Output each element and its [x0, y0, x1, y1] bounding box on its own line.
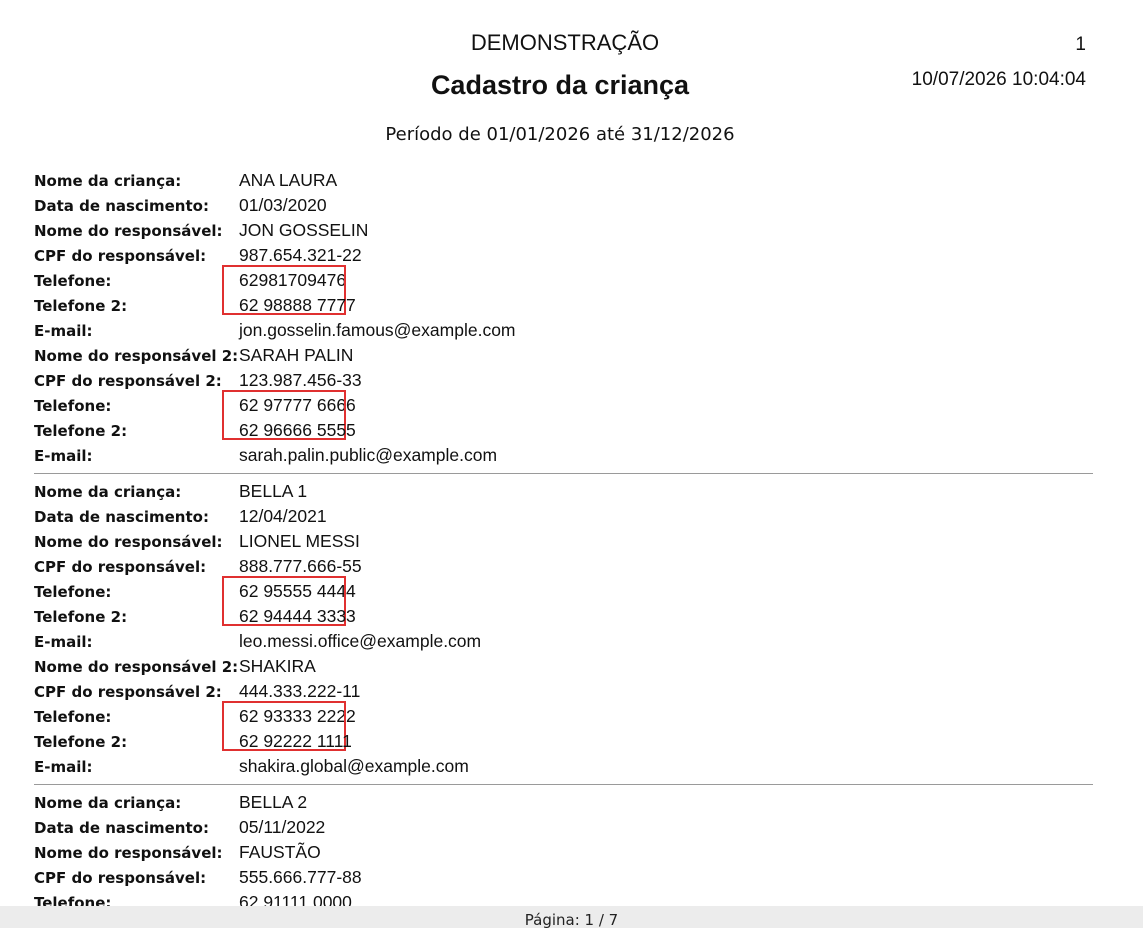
field-label: Telefone: [34, 396, 112, 415]
child-name-value: BELLA 1 [239, 481, 308, 501]
birth-date-value: 01/03/2020 [239, 195, 327, 215]
guardian2-email-value: shakira.global@example.com [239, 756, 469, 776]
field-row: E-mail: leo.messi.office@example.com [34, 629, 1093, 654]
field-row: Telefone: 62 97777 6666 [34, 390, 1093, 440]
guardian2-cpf-value: 444.333.222-11 [239, 681, 361, 701]
page-footer: Página: 1 / 7 [0, 906, 1143, 928]
page-indicator: Página: 1 / 7 [524, 911, 619, 928]
field-label: Nome do responsável: [34, 843, 223, 862]
guardian-name-value: JON GOSSELIN [239, 220, 369, 240]
field-row: CPF do responsável 2: 444.333.222-11 [34, 679, 1093, 704]
field-label: E-mail: [34, 446, 93, 465]
birth-date-value: 12/04/2021 [239, 506, 327, 526]
field-label: Telefone 2: [34, 296, 128, 315]
field-row: Data de nascimento: 05/11/2022 [34, 815, 1093, 840]
field-row: Nome da criança: BELLA 2 [34, 790, 1093, 815]
field-label: Nome da criança: [34, 482, 182, 501]
field-label: E-mail: [34, 632, 93, 651]
guardian2-cpf-value: 123.987.456-33 [239, 370, 362, 390]
field-label: Nome do responsável: [34, 532, 223, 551]
field-row: CPF do responsável: 987.654.321-22 [34, 243, 1093, 268]
field-label: Nome do responsável 2: [34, 657, 239, 676]
field-row: E-mail: sarah.palin.public@example.com [34, 443, 1093, 468]
field-label: Nome da criança: [34, 171, 182, 190]
email-value: jon.gosselin.famous@example.com [239, 320, 516, 340]
field-row: Nome da criança: ANA LAURA [34, 168, 1093, 193]
phone2-value: 62 94444 3333 [239, 606, 356, 626]
print-datetime: 10/07/2026 10:04:04 [911, 69, 1086, 90]
field-label: Data de nascimento: [34, 196, 209, 215]
guardian-name-value: LIONEL MESSI [239, 531, 360, 551]
child-record: Nome da criança: BELLA 1 Data de nascimen… [34, 473, 1093, 779]
field-label: Nome do responsável 2: [34, 346, 239, 365]
field-label: Telefone: [34, 707, 112, 726]
field-row: CPF do responsável 2: 123.987.456-33 [34, 368, 1093, 393]
child-record: Nome da criança: BELLA 2 Data de nascimen… [34, 784, 1093, 915]
field-label: CPF do responsável: [34, 246, 207, 265]
field-label: Telefone 2: [34, 421, 128, 440]
guardian2-name-value: SARAH PALIN [239, 345, 354, 365]
field-row: CPF do responsável: 888.777.666-55 [34, 554, 1093, 579]
field-label: Data de nascimento: [34, 507, 209, 526]
birth-date-value: 05/11/2022 [239, 817, 326, 837]
guardian2-email-value: sarah.palin.public@example.com [239, 445, 498, 465]
field-label: E-mail: [34, 321, 93, 340]
field-row: Nome do responsável: FAUSTÃO [34, 840, 1093, 865]
report-period: Período de 01/01/2026 até 31/12/2026 [385, 124, 735, 145]
field-row: E-mail: jon.gosselin.famous@example.com [34, 318, 1093, 343]
field-label: E-mail: [34, 757, 93, 776]
field-label: Nome do responsável: [34, 221, 223, 240]
field-row: Telefone 2: 62 94444 3333 [34, 604, 1093, 629]
report-header: DEMONSTRAÇÃO Cadastro da criança Período… [0, 0, 1143, 160]
field-row: Telefone 2: 62 92222 1111 [34, 729, 1093, 754]
field-row: CPF do responsável: 555.666.777-88 [34, 865, 1093, 890]
field-label: Telefone: [34, 582, 112, 601]
field-label: CPF do responsável: [34, 557, 207, 576]
field-label: Nome da criança: [34, 793, 182, 812]
field-row: Nome do responsável 2: SARAH PALIN [34, 343, 1093, 368]
field-row: Nome do responsável: JON GOSSELIN [34, 218, 1093, 243]
child-name-value: BELLA 2 [239, 792, 308, 812]
guardian2-name-value: SHAKIRA [239, 656, 316, 676]
child-name-value: ANA LAURA [239, 170, 338, 190]
field-label: Telefone 2: [34, 732, 128, 751]
field-row: Nome do responsável: LIONEL MESSI [34, 529, 1093, 554]
field-label: Data de nascimento: [34, 818, 209, 837]
field-label: Telefone 2: [34, 607, 128, 626]
field-row: Nome do responsável 2: SHAKIRA [34, 654, 1093, 679]
guardian-cpf-value: 888.777.666-55 [239, 556, 362, 576]
page-number: 1 [1075, 34, 1086, 55]
company-name: DEMONSTRAÇÃO [470, 30, 660, 55]
field-row: Data de nascimento: 12/04/2021 [34, 504, 1093, 529]
field-row: Telefone: 62 93333 2222 [34, 701, 1093, 751]
field-row: Nome da criança: BELLA 1 [34, 479, 1093, 504]
field-row: Data de nascimento: 01/03/2020 [34, 193, 1093, 218]
field-row: Telefone 2: 62 96666 5555 [34, 418, 1093, 443]
records-list: Nome da criança: ANA LAURA Data de nascim… [34, 168, 1093, 915]
guardian-cpf-value: 987.654.321-22 [239, 245, 362, 265]
field-row: E-mail: shakira.global@example.com [34, 754, 1093, 779]
guardian2-phone2-value: 62 96666 5555 [239, 420, 356, 440]
guardian2-phone2-value: 62 92222 1111 [239, 731, 352, 751]
field-row: Telefone: 62 95555 4444 [34, 576, 1093, 626]
field-row: Telefone: 62981709476 [34, 265, 1093, 315]
field-label: CPF do responsável: [34, 868, 207, 887]
email-value: leo.messi.office@example.com [239, 631, 482, 651]
guardian-name-value: FAUSTÃO [239, 842, 321, 862]
guardian-cpf-value: 555.666.777-88 [239, 867, 362, 887]
field-label: CPF do responsável 2: [34, 371, 222, 390]
field-label: Telefone: [34, 271, 112, 290]
field-label: CPF do responsável 2: [34, 682, 222, 701]
phone2-value: 62 98888 7777 [239, 295, 356, 315]
field-row: Telefone 2: 62 98888 7777 [34, 293, 1093, 318]
child-record: Nome da criança: ANA LAURA Data de nascim… [34, 168, 1093, 468]
